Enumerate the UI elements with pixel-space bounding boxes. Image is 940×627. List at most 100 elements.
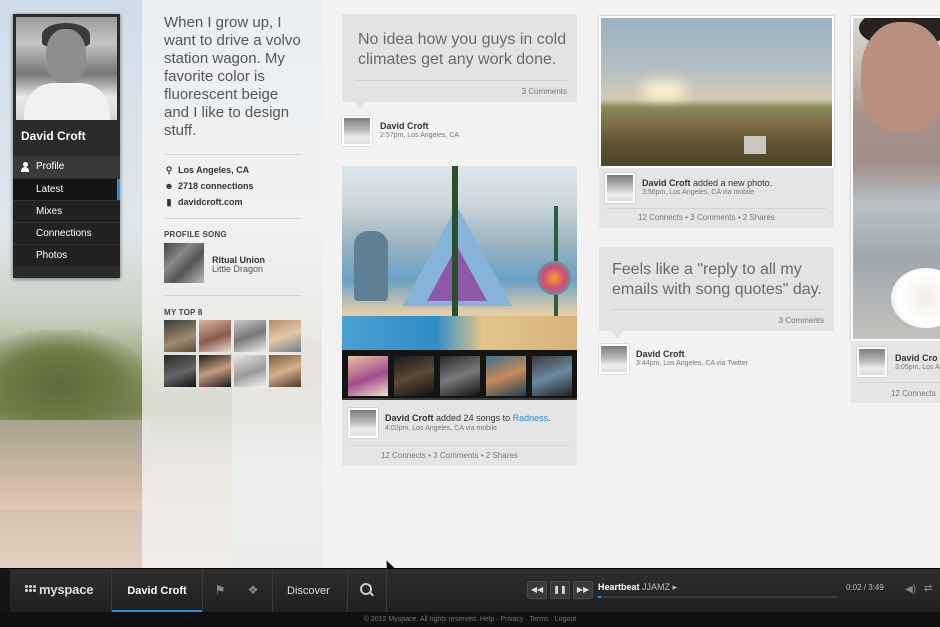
track-progress-track[interactable] xyxy=(598,596,838,598)
divider xyxy=(164,218,301,219)
site-footer: © 2012 Myspace. All rights reserved. Hel… xyxy=(0,612,940,627)
playlist-link[interactable]: Radness xyxy=(513,413,549,423)
post-card: David Croft added 24 songs to Radness. 4… xyxy=(342,400,577,466)
author-avatar[interactable] xyxy=(605,173,635,203)
track-artist[interactable]: JJAMZ xyxy=(642,582,670,592)
album-cover[interactable] xyxy=(532,356,572,396)
top8-friend-avatar[interactable] xyxy=(199,320,231,352)
now-playing-title[interactable]: Heartbeat JJAMZ ▸ xyxy=(598,582,677,593)
bar-user-button[interactable]: David Croft xyxy=(112,569,202,613)
status-text: Feels like a "reply to all my emails wit… xyxy=(612,261,822,298)
location-text: Los Angeles, CA xyxy=(178,165,250,175)
post-action: added 24 songs to xyxy=(436,413,511,423)
post-actions[interactable]: 12 Connects • 3 Comments • 2 Shares xyxy=(638,213,775,222)
discover-button[interactable]: Discover xyxy=(287,585,330,597)
track-progress-fill xyxy=(598,596,601,598)
video-icon[interactable]: ▸ xyxy=(673,582,678,592)
map-pin-icon: ⚲ xyxy=(165,165,173,175)
post-actions[interactable]: 12 Connects xyxy=(891,389,936,398)
photo-field-image xyxy=(601,18,832,166)
top8-friend-avatar[interactable] xyxy=(199,355,231,387)
photo-shed xyxy=(744,136,766,154)
connections-text: 2718 connections xyxy=(178,181,254,191)
post-meta: 3:44pm, Los Angeles, CA via Twitter xyxy=(636,360,748,367)
nav-item-mixes[interactable]: Mixes xyxy=(13,200,120,222)
card-separator xyxy=(350,445,569,446)
bar-edge xyxy=(0,569,10,613)
shuffle-icon[interactable]: ⇄ xyxy=(924,583,932,594)
photo-portrait-plate xyxy=(891,268,940,328)
nav-item-label: Latest xyxy=(36,184,64,195)
nav-item-latest[interactable]: Latest xyxy=(13,178,120,201)
next-icon[interactable]: ▶▶ xyxy=(573,581,593,599)
album-cover[interactable] xyxy=(486,356,526,396)
bar-divider xyxy=(347,569,348,613)
location-row: ⚲ Los Angeles, CA xyxy=(164,164,249,176)
people-icon: ☻ xyxy=(164,181,174,191)
nav-item-profile[interactable]: Profile xyxy=(13,156,120,178)
logo-text: myspace xyxy=(39,582,94,597)
song-artist[interactable]: Little Dragon xyxy=(212,264,263,274)
profile-photo-shirt xyxy=(24,83,110,120)
logo-dots-icon xyxy=(25,585,37,594)
top8-friend-avatar[interactable] xyxy=(164,355,196,387)
bar-divider xyxy=(386,569,387,613)
nav-item-label: Connections xyxy=(36,228,92,239)
top8-friend-avatar[interactable] xyxy=(164,320,196,352)
post-actions[interactable]: 12 Connects • 3 Comments • 2 Shares xyxy=(381,451,518,460)
photo-sign xyxy=(354,231,388,301)
photo-wall xyxy=(342,316,577,350)
search-icon[interactable] xyxy=(360,583,374,597)
top8-friend-avatar[interactable] xyxy=(269,320,301,352)
profile-photo[interactable] xyxy=(16,17,117,120)
card-separator xyxy=(607,208,826,209)
bubble-separator xyxy=(611,309,824,310)
author-name[interactable]: David Croft xyxy=(642,178,691,188)
status-text: No idea how you guys in cold climates ge… xyxy=(358,31,567,68)
profile-card: David Croft Profile Latest Mixes Connect… xyxy=(13,14,120,278)
connections-row[interactable]: ☻ 2718 connections xyxy=(164,180,254,192)
album-cover[interactable] xyxy=(394,356,434,396)
top8-friend-avatar[interactable] xyxy=(234,355,266,387)
photo-flower xyxy=(537,261,571,295)
post-photo[interactable] xyxy=(342,166,577,350)
post-photo[interactable] xyxy=(599,16,834,168)
website-link[interactable]: davidcroft.com xyxy=(178,197,243,207)
nav-item-photos[interactable]: Photos xyxy=(13,244,120,266)
nav-item-label: Profile xyxy=(36,161,65,172)
nav-item-connections[interactable]: Connections xyxy=(13,222,120,244)
top8-label: MY TOP 8 xyxy=(164,308,203,317)
album-cover[interactable] xyxy=(440,356,480,396)
volume-icon[interactable]: ◀) xyxy=(905,584,916,595)
post-photo[interactable] xyxy=(851,16,940,341)
album-cover[interactable] xyxy=(348,356,388,396)
comments-link[interactable]: 3 Comments xyxy=(779,316,824,325)
profile-photo-face xyxy=(46,29,86,83)
track-title[interactable]: Heartbeat xyxy=(598,582,640,592)
pause-icon[interactable]: ❚❚ xyxy=(550,581,570,599)
author-name[interactable]: David Croft xyxy=(385,413,434,423)
divider xyxy=(164,154,301,155)
bio-quote: When I grow up, I want to drive a volvo … xyxy=(164,14,301,139)
author-name[interactable]: David Croft xyxy=(380,121,429,131)
bookmark-icon: ▮ xyxy=(166,197,172,207)
song-album-art[interactable] xyxy=(164,243,204,283)
author-avatar[interactable] xyxy=(348,408,378,438)
post-meta: 2:57pm, Los Angeles, CA xyxy=(380,132,459,139)
top8-friend-avatar[interactable] xyxy=(234,320,266,352)
previous-icon[interactable]: ◀◀ xyxy=(527,581,547,599)
author-avatar[interactable] xyxy=(342,116,372,146)
author-avatar[interactable] xyxy=(857,347,887,377)
chat-icon[interactable]: ❖ xyxy=(246,583,260,597)
status-bubble[interactable]: Feels like a "reply to all my emails wit… xyxy=(599,247,834,338)
top8-friend-avatar[interactable] xyxy=(269,355,301,387)
website-row[interactable]: ▮ davidcroft.com xyxy=(164,196,243,208)
author-avatar[interactable] xyxy=(599,344,629,374)
myspace-logo[interactable]: myspace xyxy=(25,582,93,597)
bubble-separator xyxy=(354,80,567,81)
flag-icon[interactable]: ⚑ xyxy=(213,583,227,597)
author-name[interactable]: David Cro xyxy=(895,353,938,363)
comments-link[interactable]: 3 Comments xyxy=(522,87,567,96)
author-name[interactable]: David Croft xyxy=(636,349,685,359)
status-bubble[interactable]: No idea how you guys in cold climates ge… xyxy=(342,14,577,109)
